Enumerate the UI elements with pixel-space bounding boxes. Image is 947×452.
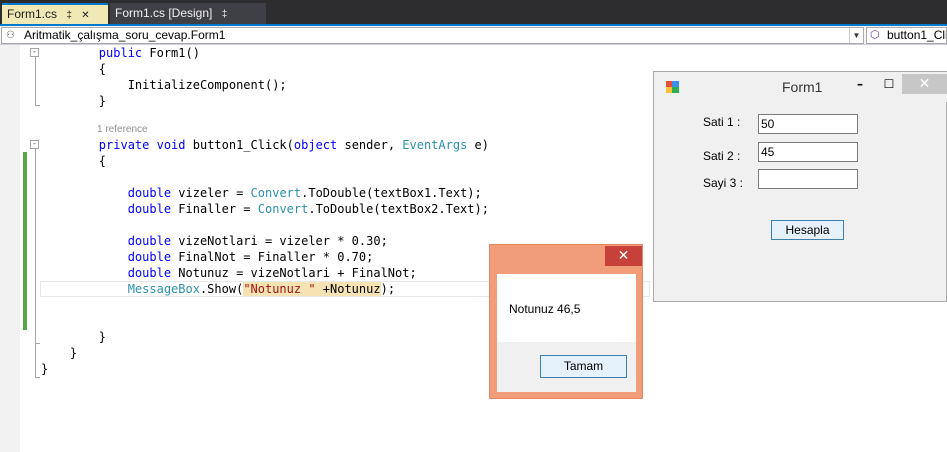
- message-body: Notunuz 46,5: [497, 274, 636, 342]
- method-icon: ⬡: [870, 29, 880, 41]
- code-line: double FinalNot = Finaller * 0.70;: [127, 250, 374, 264]
- collapse-icon[interactable]: -: [30, 48, 39, 57]
- editor-margin: [0, 45, 20, 452]
- form1-window: Form1 – ☐ ✕ Sati 1 : 50 Sati 2 : 45 Sayi…: [653, 71, 947, 302]
- code-line: InitializeComponent();: [41, 78, 287, 92]
- message-box: ✕ Notunuz 46,5 Tamam: [489, 244, 643, 399]
- close-button[interactable]: ✕: [902, 74, 947, 94]
- code-line: {: [41, 154, 107, 168]
- code-line: {: [41, 62, 107, 76]
- label-sati-1: Sati 1 :: [703, 115, 741, 129]
- hesapla-button[interactable]: Hesapla: [771, 220, 844, 240]
- minimize-button[interactable]: –: [847, 74, 873, 94]
- code-line: }: [41, 362, 49, 376]
- namespace-icon: ⚇: [6, 30, 15, 41]
- chevron-down-icon[interactable]: ▼: [849, 28, 863, 43]
- member-name: button1_Click: [887, 28, 946, 42]
- codelens-references[interactable]: 1 reference: [97, 123, 148, 137]
- message-text: Notunuz 46,5: [509, 302, 581, 316]
- change-indicator: [23, 152, 27, 330]
- fold-guide: [35, 105, 40, 106]
- form1-client-area: Sati 1 : 50 Sati 2 : 45 Sayi 3 : Hesapla: [661, 102, 942, 296]
- window-title: Form1: [782, 79, 823, 95]
- tab-form1-cs[interactable]: Form1.cs ‡ ✕: [2, 3, 108, 25]
- class-path: Aritmatik_çalışma_soru_cevap.Form1: [24, 28, 226, 42]
- member-dropdown[interactable]: ⬡ button1_Click: [866, 27, 947, 44]
- form1-titlebar[interactable]: Form1 – ☐ ✕: [654, 72, 947, 102]
- message-footer: Tamam: [497, 342, 636, 392]
- textbox3[interactable]: [758, 169, 858, 189]
- code-line: }: [41, 346, 78, 360]
- app-icon: [666, 81, 679, 93]
- code-line: double Notunuz = vizeNotlari + FinalNot;: [127, 266, 417, 280]
- tab-label: Form1.cs [Design]: [115, 6, 213, 20]
- code-line: double vizeler = Convert.ToDouble(textBo…: [127, 186, 482, 200]
- document-tab-strip: Form1.cs ‡ ✕ Form1.cs [Design] ‡: [0, 0, 947, 26]
- code-line: double vizeNotlari = vizeler * 0.30;: [127, 234, 388, 248]
- textbox2[interactable]: 45: [758, 142, 858, 162]
- pin-icon[interactable]: ‡: [66, 6, 72, 25]
- fold-guide: [35, 149, 36, 343]
- fold-guide: [35, 343, 36, 377]
- tab-form1-design[interactable]: Form1.cs [Design] ‡: [110, 3, 266, 24]
- pin-icon[interactable]: ‡: [222, 4, 228, 25]
- fold-guide: [35, 377, 40, 378]
- close-button[interactable]: ✕: [605, 246, 642, 266]
- textbox1[interactable]: 50: [758, 114, 858, 134]
- label-sayi-3: Sayi 3 :: [703, 176, 744, 190]
- ok-button[interactable]: Tamam: [540, 355, 627, 378]
- tab-label: Form1.cs: [7, 7, 58, 21]
- code-line: }: [41, 94, 107, 108]
- label-sati-2: Sati 2 :: [703, 149, 741, 163]
- fold-guide: [35, 57, 36, 105]
- code-line: MessageBox.Show("Notunuz " +Notunuz);: [127, 282, 396, 296]
- class-dropdown[interactable]: ⚇ Aritmatik_çalışma_soru_cevap.Form1 ▼: [1, 27, 864, 44]
- code-line: double Finaller = Convert.ToDouble(textB…: [127, 202, 489, 216]
- close-icon[interactable]: ✕: [81, 6, 89, 25]
- collapse-icon[interactable]: -: [30, 140, 39, 149]
- code-line: private void button1_Click(object sender…: [98, 138, 489, 152]
- maximize-button[interactable]: ☐: [876, 74, 902, 94]
- code-line: public Form1(): [98, 46, 200, 60]
- code-line: }: [41, 330, 107, 344]
- navigation-bar: ⚇ Aritmatik_çalışma_soru_cevap.Form1 ▼ ⬡…: [0, 26, 947, 45]
